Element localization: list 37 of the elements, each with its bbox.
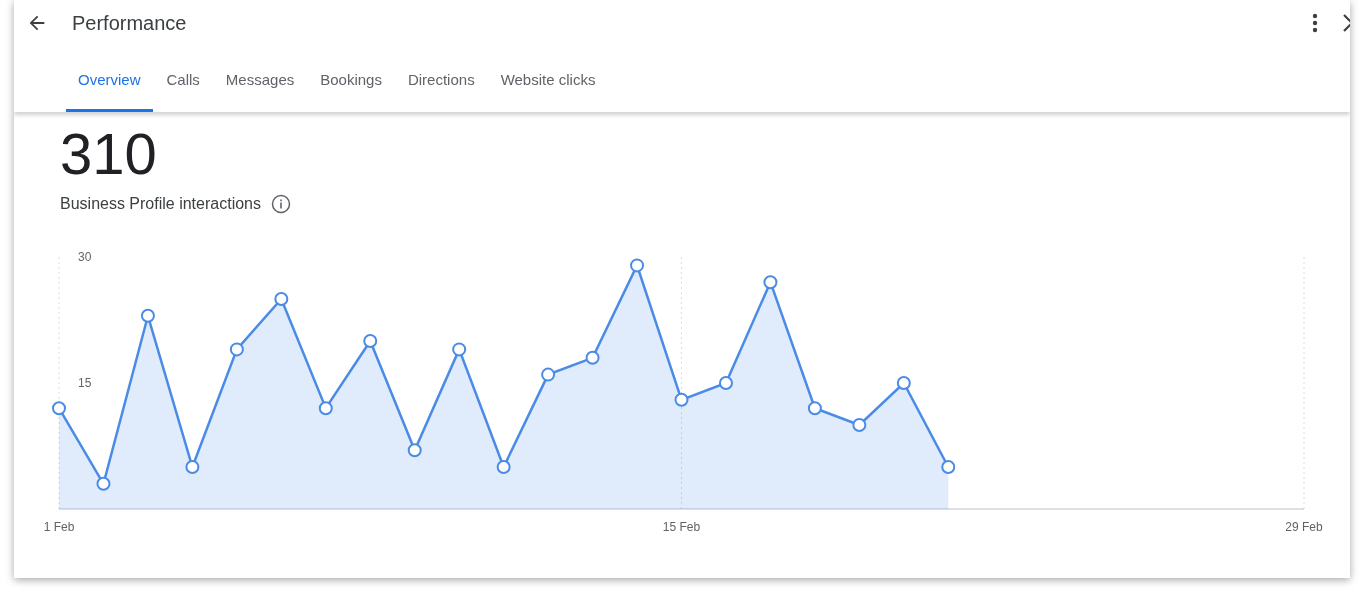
data-point: [140, 308, 155, 323]
x-tick-label: 15 Feb: [662, 520, 701, 534]
data-point: [585, 350, 600, 365]
data-point: [274, 292, 289, 306]
data-point: [229, 342, 244, 357]
data-point: [96, 476, 111, 491]
interactions-label: Business Profile interactions: [60, 195, 261, 213]
info-icon[interactable]: [271, 194, 291, 214]
data-point: [496, 460, 511, 474]
tab[interactable]: Website clicks: [488, 46, 608, 112]
data-point: [185, 460, 200, 474]
data-point: [630, 258, 645, 273]
data-point: [941, 460, 956, 474]
data-point: [896, 376, 911, 390]
y-tick-label: 30: [78, 250, 92, 264]
data-point: [318, 401, 333, 416]
data-point: [718, 376, 733, 390]
tab[interactable]: Overview: [66, 46, 153, 112]
more-options-icon[interactable]: [1312, 13, 1318, 33]
data-point: [852, 418, 867, 432]
tab[interactable]: Directions: [395, 46, 487, 112]
data-point: [674, 392, 689, 407]
page-title: Performance: [72, 11, 188, 35]
data-point: [52, 401, 66, 416]
tab[interactable]: Bookings: [308, 46, 394, 112]
data-point: [807, 401, 822, 416]
data-point: [763, 275, 778, 290]
y-tick-label: 15: [78, 376, 92, 390]
x-tick-label: 1 Feb: [43, 520, 75, 534]
data-point: [541, 367, 556, 382]
tab[interactable]: Calls: [154, 46, 212, 112]
x-tick-label: 29 Feb: [1285, 520, 1323, 534]
tab[interactable]: Messages: [213, 46, 307, 112]
data-point: [363, 334, 378, 348]
interactions-total: 310: [60, 122, 158, 186]
data-point: [452, 342, 467, 357]
data-point: [407, 443, 422, 458]
